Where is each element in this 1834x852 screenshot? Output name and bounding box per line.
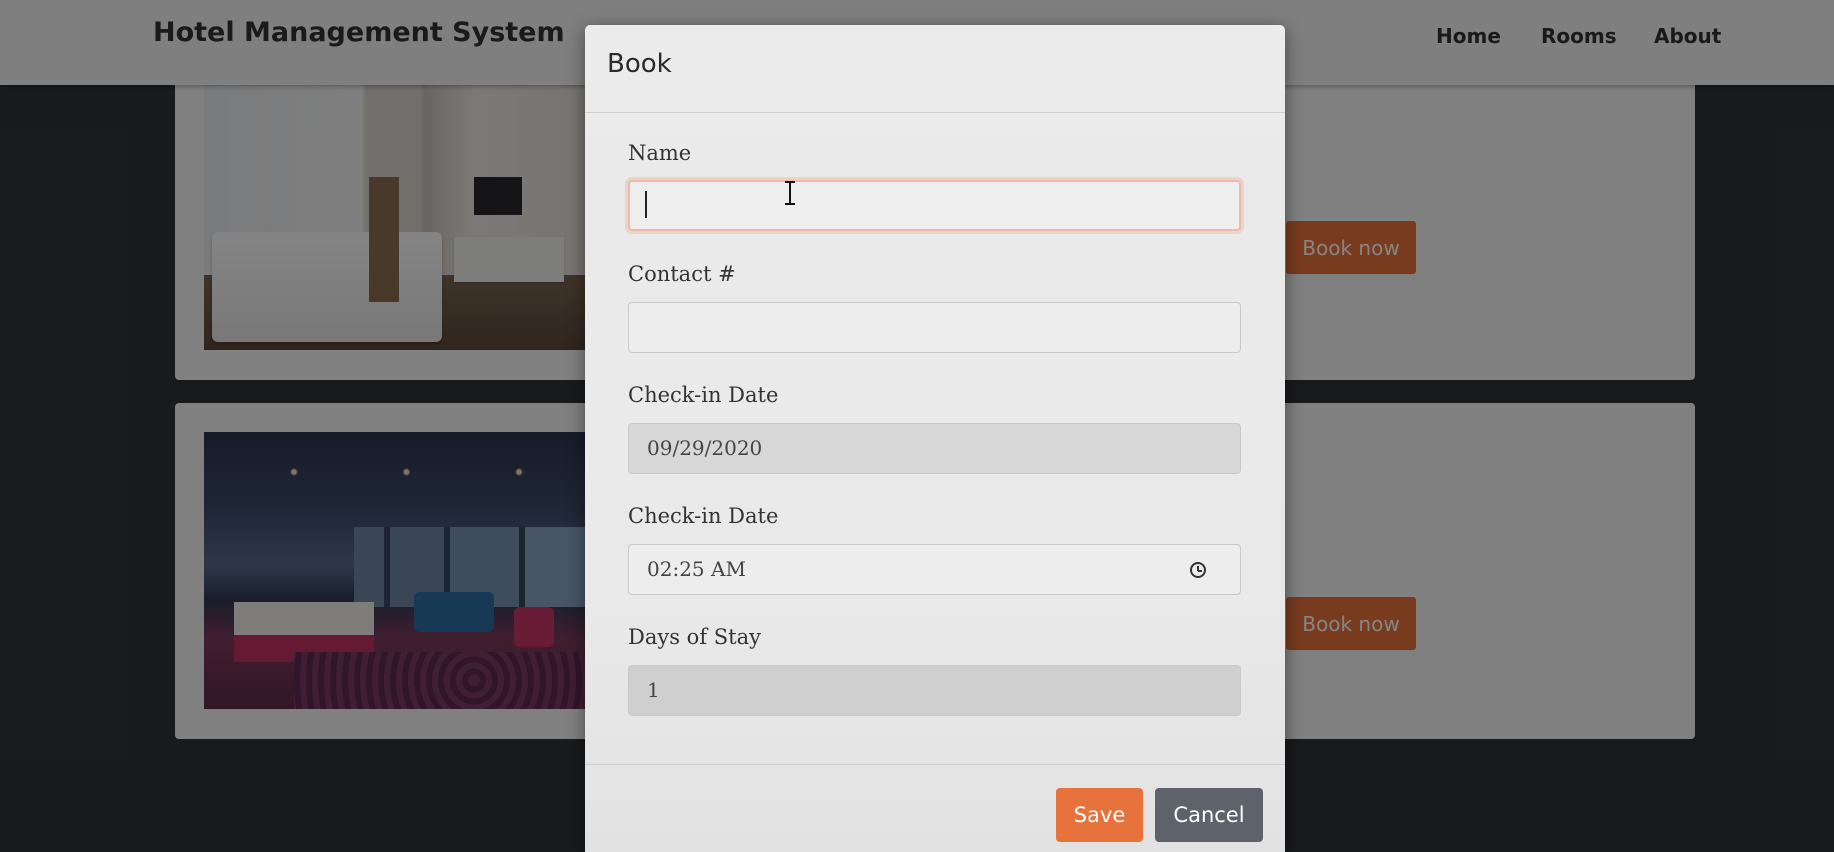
text-cursor-icon xyxy=(785,181,795,205)
text-caret xyxy=(645,191,647,218)
days-label: Days of Stay xyxy=(628,625,761,649)
modal-title: Book xyxy=(607,49,672,79)
checkin-date-label: Check-in Date xyxy=(628,383,779,407)
days-input[interactable]: 1 xyxy=(628,665,1241,716)
save-button[interactable]: Save xyxy=(1056,788,1143,842)
name-label: Name xyxy=(628,141,692,165)
checkin-time-input[interactable]: 02:25 AM xyxy=(628,544,1241,595)
name-input[interactable] xyxy=(628,180,1241,231)
clock-icon[interactable] xyxy=(1190,562,1206,578)
checkin-time-label: Check-in Date xyxy=(628,504,779,528)
contact-label: Contact # xyxy=(628,262,736,286)
booking-modal: Book Name Contact # Check-in Date 09/29/… xyxy=(585,25,1285,852)
modal-header: Book xyxy=(585,25,1285,113)
checkin-date-input[interactable]: 09/29/2020 xyxy=(628,423,1241,474)
modal-footer: Save Cancel xyxy=(585,764,1285,852)
contact-input[interactable] xyxy=(628,302,1241,353)
cancel-button[interactable]: Cancel xyxy=(1155,788,1263,842)
